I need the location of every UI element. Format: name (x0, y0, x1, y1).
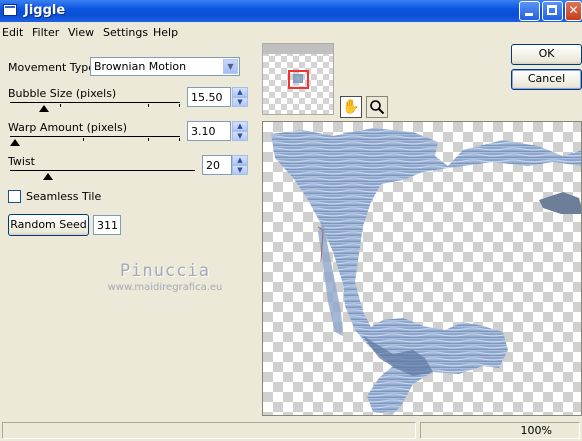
spin-up-icon[interactable]: ▲ (232, 155, 248, 165)
bubble-size-slider[interactable] (10, 96, 180, 112)
magnifier-icon[interactable] (366, 96, 388, 118)
title-bar[interactable]: Jiggle ✕ (0, 0, 582, 22)
seamless-tile-checkbox[interactable] (8, 190, 21, 203)
status-bar: 100% (0, 419, 582, 441)
watermark: Pinuccia www.maidiregrafica.eu (85, 261, 245, 293)
warp-amount-stepper[interactable]: ▲ ▼ (232, 121, 248, 141)
slider-tick (179, 138, 180, 141)
status-pane (2, 422, 416, 439)
chevron-down-icon[interactable]: ▼ (223, 59, 238, 74)
spin-up-icon[interactable]: ▲ (232, 87, 248, 97)
bubble-size-input[interactable]: 15.50 (187, 87, 231, 107)
twist-stepper[interactable]: ▲ ▼ (232, 155, 248, 175)
navigator-viewport-rect[interactable] (288, 70, 309, 89)
ok-button[interactable]: OK (511, 44, 582, 65)
menu-edit[interactable]: Edit (2, 26, 23, 39)
menu-bar: Edit Filter View Settings Help (0, 22, 582, 42)
spin-down-icon[interactable]: ▼ (232, 165, 248, 175)
random-seed-value: 311 (97, 219, 118, 232)
slider-tick (179, 104, 180, 107)
random-seed-input[interactable]: 311 (93, 215, 121, 235)
minimize-button[interactable] (519, 1, 540, 21)
bubble-size-stepper[interactable]: ▲ ▼ (232, 87, 248, 107)
watermark-url: www.maidiregrafica.eu (107, 282, 223, 293)
slider-tick (148, 138, 149, 141)
slider-thumb[interactable] (43, 173, 53, 180)
maximize-button[interactable] (542, 1, 563, 21)
twist-slider[interactable] (10, 164, 195, 180)
twist-value: 20 (206, 159, 220, 172)
bubble-size-value: 15.50 (191, 91, 223, 104)
slider-track (10, 102, 180, 103)
spin-down-icon[interactable]: ▼ (232, 97, 248, 107)
menu-filter[interactable]: Filter (32, 26, 59, 39)
warp-amount-slider[interactable] (10, 130, 180, 146)
warp-amount-value: 3.10 (191, 125, 216, 138)
slider-tick (148, 104, 149, 107)
preview-image (271, 128, 581, 414)
slider-thumb[interactable] (10, 139, 20, 146)
close-button[interactable]: ✕ (565, 1, 582, 21)
twist-input[interactable]: 20 (202, 155, 232, 175)
watermark-name: Pinuccia (120, 261, 210, 281)
zoom-level: 100% (520, 424, 552, 437)
slider-track (10, 136, 180, 137)
warp-amount-input[interactable]: 3.10 (187, 121, 231, 141)
window-title: Jiggle (24, 3, 66, 18)
random-seed-button[interactable]: Random Seed (8, 214, 89, 236)
movement-type-select[interactable]: Brownian Motion ▼ (90, 57, 240, 76)
app-icon (3, 4, 17, 16)
menu-help[interactable]: Help (153, 26, 178, 39)
spin-down-icon[interactable]: ▼ (232, 131, 248, 141)
slider-track (10, 170, 195, 171)
movement-type-label: Movement Type: (8, 61, 99, 74)
spin-up-icon[interactable]: ▲ (232, 121, 248, 131)
movement-type-value: Brownian Motion (94, 60, 187, 73)
slider-tick (83, 138, 84, 141)
slider-tick (60, 104, 61, 107)
preview-pane[interactable] (262, 121, 582, 416)
status-zoom-pane (420, 422, 580, 439)
seamless-tile-label: Seamless Tile (26, 190, 102, 203)
slider-thumb[interactable] (39, 105, 49, 112)
menu-view[interactable]: View (68, 26, 94, 39)
cancel-button[interactable]: Cancel (511, 69, 582, 90)
navigator-band (263, 44, 333, 54)
hand-icon[interactable]: ✋ (340, 96, 362, 118)
menu-settings[interactable]: Settings (103, 26, 148, 39)
